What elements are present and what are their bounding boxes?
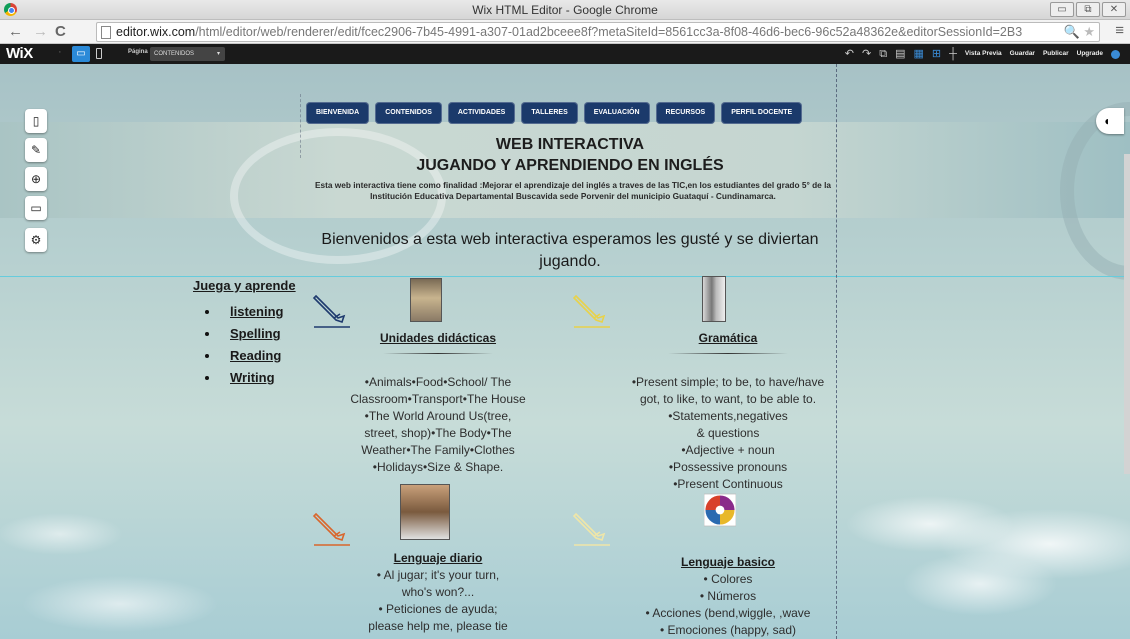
sidebar-list: listening Spelling Reading Writing [205, 303, 296, 391]
nav-evaluacion[interactable]: EVALUACIÓN [583, 102, 650, 124]
add-icon[interactable]: ⊕ [25, 167, 47, 191]
cat-photo [410, 278, 442, 322]
help-chat-icon[interactable]: ◖ [1096, 108, 1124, 134]
chevron-down-icon: ▾ [216, 51, 220, 57]
scrollbar[interactable] [1124, 154, 1130, 474]
nav-perfil-docente[interactable]: PERFIL DOCENTE [721, 102, 803, 124]
card-body: •Animals•Food•School/ The Classroom•Tran… [350, 375, 526, 474]
site-title-line2: JUGANDO Y APRENDIENDO EN INGLÉS [416, 157, 724, 174]
copy-icon[interactable]: ⧉ [879, 47, 887, 61]
url-domain: editor.wix.com [116, 25, 196, 39]
menu-icon[interactable]: ≡ [1115, 22, 1124, 39]
window-title: Wix HTML Editor - Google Chrome [472, 3, 658, 17]
grid-icon[interactable]: ▦ [914, 47, 924, 61]
nav-actividades[interactable]: ACTIVIDADES [447, 102, 516, 124]
wix-logo[interactable]: WiX [6, 45, 33, 62]
card-title[interactable]: Unidades didácticas [338, 330, 538, 347]
page-select-value: CONTENIDOS [154, 51, 195, 57]
close-icon[interactable]: ✕ [1102, 2, 1126, 17]
editor-canvas[interactable]: ▯ ✎ ⊕ ▭ ⚙ ◖ BIENVENIDA CONTENIDOS ACTIVI… [0, 64, 1130, 639]
link-writing[interactable]: Writing [205, 369, 296, 391]
upgrade-button[interactable]: Upgrade [1077, 47, 1103, 61]
reload-icon[interactable]: C [55, 23, 66, 41]
pencil-icon [572, 512, 610, 546]
save-button[interactable]: Guardar [1010, 47, 1035, 61]
page-label: Página [128, 49, 148, 55]
star-icon[interactable]: ★ [1083, 24, 1095, 39]
nav-contenidos[interactable]: CONTENIDOS [375, 102, 442, 124]
children-photo [400, 484, 450, 540]
editor-side-tools: ▯ ✎ ⊕ ▭ ⚙ [25, 109, 47, 252]
separator-dot: · [58, 46, 62, 58]
address-bar-row: ← → C editor.wix.com/html/editor/web/ren… [0, 20, 1130, 44]
snap-icon[interactable]: ⊞ [932, 47, 941, 61]
nav-talleres[interactable]: TALLERES [521, 102, 578, 124]
app-market-icon[interactable]: ▭ [25, 196, 47, 220]
pencil-icon [312, 294, 350, 328]
search-icon[interactable]: 🔍 [1064, 24, 1080, 39]
site-nav: BIENVENIDA CONTENIDOS ACTIVIDADES TALLER… [306, 102, 803, 124]
link-listening[interactable]: listening [205, 303, 296, 325]
publish-button[interactable]: Publicar [1043, 47, 1069, 61]
window-controls: ▭ ⧉ ✕ [1050, 2, 1126, 17]
wix-topbar: WiX · ▭ Página CONTENIDOS ▾ ↶ ↷ ⧉ ▤ ▦ ⊞ … [0, 44, 1130, 64]
restore-icon[interactable]: ⧉ [1076, 2, 1100, 17]
wix-toolbar: ↶ ↷ ⧉ ▤ ▦ ⊞ ┼ Vista Previa Guardar Publi… [845, 47, 1120, 61]
forward-arrow-icon[interactable]: → [33, 23, 48, 41]
statue-photo [702, 276, 726, 322]
pencil-icon [572, 294, 610, 328]
site-description: Esta web interactiva tiene como finalida… [314, 180, 832, 201]
help-icon[interactable] [1111, 49, 1120, 59]
card-unidades: Unidades didácticas •Animals•Food•School… [338, 330, 538, 476]
nav-recursos[interactable]: RECURSOS [655, 102, 716, 124]
sidebar-heading: Juega y aprende [193, 278, 296, 293]
pages-icon[interactable]: ▯ [25, 109, 47, 133]
page-icon [101, 26, 111, 39]
browser-titlebar: Wix HTML Editor - Google Chrome ▭ ⧉ ✕ [0, 0, 1130, 20]
preview-button[interactable]: Vista Previa [965, 47, 1002, 61]
url-input[interactable]: editor.wix.com/html/editor/web/renderer/… [96, 22, 1100, 42]
welcome-text: Bienvenidos a esta web interactiva esper… [321, 231, 819, 270]
minimize-icon[interactable]: ▭ [1050, 2, 1074, 17]
card-title[interactable]: Lenguaje diario [338, 550, 538, 567]
card-body: • Colores • Números • Acciones (bend,wig… [645, 572, 811, 637]
guide-line-horizontal [0, 276, 1130, 277]
url-path: /html/editor/web/renderer/edit/fcec2906-… [195, 25, 1023, 39]
nav-bienvenida[interactable]: BIENVENIDA [306, 102, 370, 124]
back-arrow-icon[interactable]: ← [8, 23, 23, 41]
design-brush-icon[interactable]: ✎ [25, 138, 47, 162]
link-reading[interactable]: Reading [205, 347, 296, 369]
card-body: • Al jugar; it's your turn, who's won?..… [368, 568, 508, 633]
juega-sidebar: Juega y aprende listening Spelling Readi… [193, 278, 296, 391]
card-body: •Present simple; to be, to have/have got… [631, 375, 825, 491]
link-spelling[interactable]: Spelling [205, 325, 296, 347]
pencil-icon [312, 512, 350, 546]
desktop-view-icon[interactable]: ▭ [72, 46, 90, 62]
card-title[interactable]: Gramática [618, 330, 838, 347]
site-title-line1: WEB INTERACTIVA [495, 136, 645, 153]
color-wheel-icon [704, 493, 736, 527]
mobile-view-icon[interactable] [96, 48, 102, 59]
card-lenguaje-basico: Lenguaje basico • Colores • Números • Ac… [618, 554, 838, 639]
ruler-icon[interactable]: ┼ [949, 47, 957, 61]
paste-icon[interactable]: ▤ [895, 47, 905, 61]
card-gramatica: Gramática •Present simple; to be, to hav… [618, 330, 838, 493]
settings-gear-icon[interactable]: ⚙ [25, 228, 47, 252]
card-lenguaje-diario: Lenguaje diario • Al jugar; it's your tu… [338, 550, 538, 635]
card-title[interactable]: Lenguaje basico [618, 554, 838, 571]
site-title: WEB INTERACTIVA JUGANDO Y APRENDIENDO EN… [300, 134, 840, 176]
redo-icon[interactable]: ↷ [862, 47, 871, 61]
undo-icon[interactable]: ↶ [845, 47, 854, 61]
page-select[interactable]: CONTENIDOS ▾ [150, 47, 225, 61]
